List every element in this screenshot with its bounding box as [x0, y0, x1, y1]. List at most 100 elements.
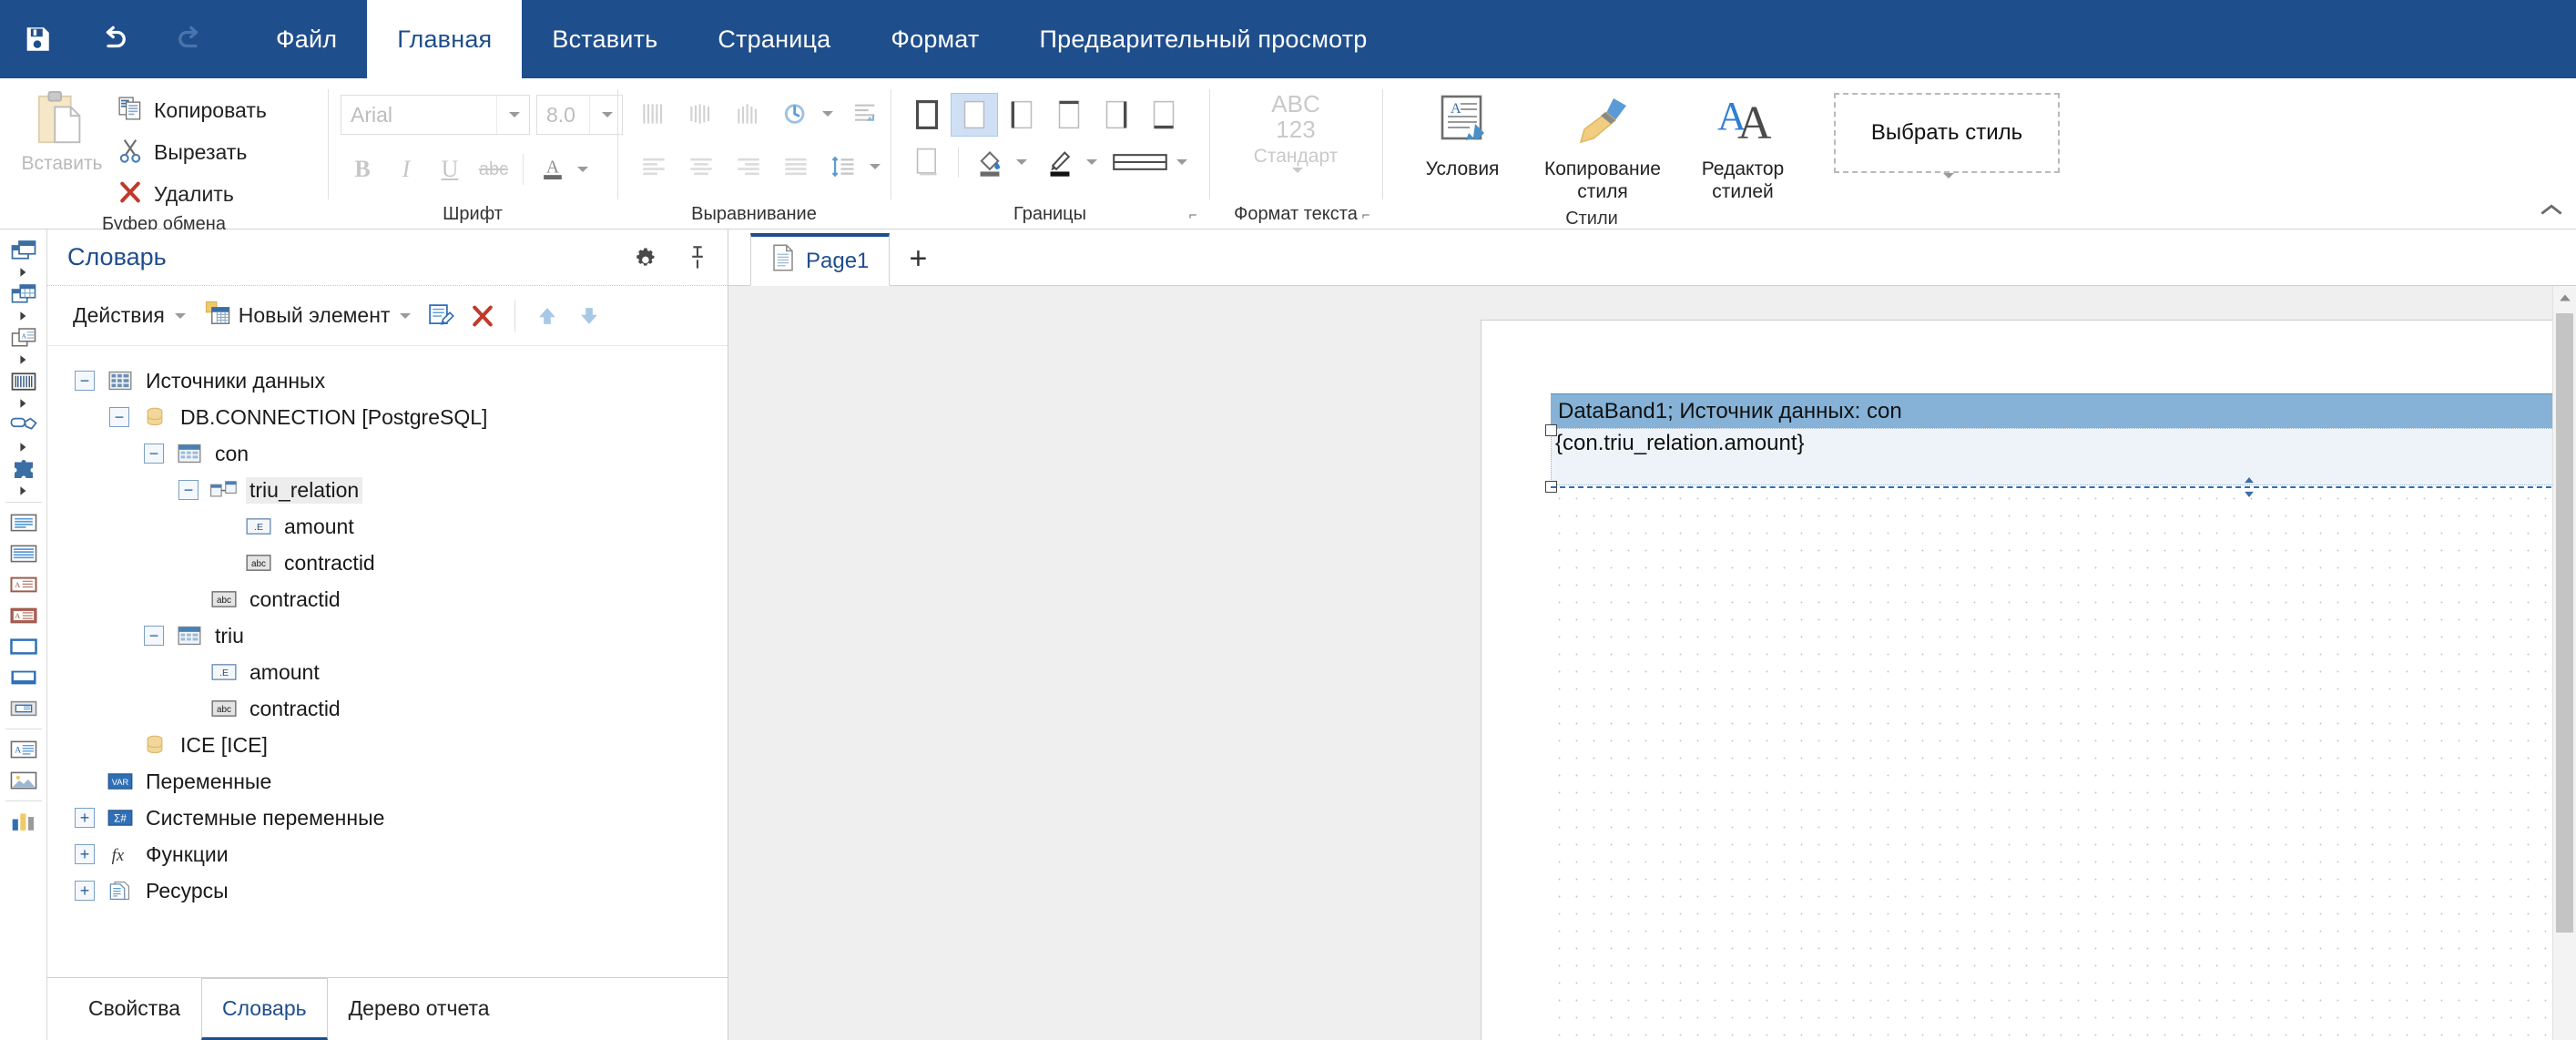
- collapse-minus-icon[interactable]: −: [75, 371, 95, 391]
- expand-plus-icon[interactable]: +: [75, 844, 95, 864]
- tab-report-tree[interactable]: Дерево отчета: [328, 978, 511, 1040]
- strikethrough-button[interactable]: abc: [472, 149, 515, 189]
- expander-icon[interactable]: [4, 484, 44, 497]
- tree-node-con[interactable]: − con: [47, 435, 728, 472]
- tree-node-[interactable]: VAR Переменные: [47, 763, 728, 800]
- ribbon-tab-home[interactable]: Главная: [367, 0, 523, 78]
- text-wrap-icon[interactable]: [842, 93, 890, 135]
- resize-handle-top-left[interactable]: [1545, 424, 1557, 436]
- tree-node-[interactable]: − Источники данных: [47, 362, 728, 399]
- ribbon-tab-format[interactable]: Формат: [860, 0, 1009, 78]
- rail-item-group-band[interactable]: [4, 662, 44, 693]
- vertical-align-top-icon[interactable]: [630, 93, 677, 135]
- rail-item-footer-band[interactable]: A: [4, 600, 44, 631]
- chevron-down-icon[interactable]: [822, 111, 833, 117]
- tree-node-amount[interactable]: .E amount: [47, 508, 728, 545]
- select-style-button[interactable]: Выбрать стиль: [1834, 93, 2060, 173]
- expander-icon[interactable]: [4, 266, 44, 279]
- tree-node-triu[interactable]: − triu: [47, 617, 728, 654]
- paste-button[interactable]: Вставить: [13, 84, 111, 175]
- arrow-down-icon[interactable]: [572, 299, 606, 333]
- redo-icon[interactable]: [166, 12, 215, 66]
- border-bottom-icon[interactable]: [1140, 93, 1187, 137]
- undo-icon[interactable]: [89, 12, 138, 66]
- chevron-down-icon[interactable]: [1942, 173, 1954, 194]
- textformat-dialog-launcher[interactable]: ⌐: [1359, 209, 1373, 223]
- border-style-icon[interactable]: [1106, 140, 1174, 184]
- new-item-button[interactable]: Новый элемент: [199, 296, 417, 335]
- tree-node-contractid[interactable]: abc contractid: [47, 690, 728, 727]
- tree-node-amount[interactable]: .E amount: [47, 654, 728, 690]
- tree-node-contractid[interactable]: abc contractid: [47, 581, 728, 617]
- ribbon-tab-insert[interactable]: Вставить: [522, 0, 687, 78]
- rail-item-image[interactable]: [4, 765, 44, 796]
- rail-item-page-header-band[interactable]: [4, 538, 44, 569]
- chevron-down-icon[interactable]: [1016, 159, 1027, 165]
- underline-button[interactable]: U: [428, 149, 472, 189]
- style-brush-button[interactable]: Копирование стиля: [1535, 89, 1670, 207]
- rail-item-report-title-band[interactable]: [4, 507, 44, 538]
- save-icon[interactable]: [13, 12, 62, 66]
- delete-x-icon[interactable]: [465, 299, 500, 333]
- page-tab-page1[interactable]: Page1: [750, 233, 891, 286]
- line-spacing-icon[interactable]: [820, 146, 867, 188]
- border-all-icon[interactable]: [903, 93, 951, 137]
- actions-menu-button[interactable]: Действия: [67, 300, 191, 331]
- italic-button[interactable]: I: [384, 149, 428, 189]
- rail-item-components[interactable]: A: [4, 322, 44, 366]
- chevron-down-icon[interactable]: [870, 164, 881, 169]
- rail-item-child-band[interactable]: [4, 693, 44, 724]
- ribbon-tab-file[interactable]: Файл: [246, 0, 367, 78]
- report-workspace[interactable]: DataBand1; Источник данных: con {con.tri…: [728, 286, 2576, 1040]
- copy-button[interactable]: Копировать: [111, 93, 272, 128]
- chevron-down-icon[interactable]: [496, 96, 529, 134]
- collapse-minus-icon[interactable]: −: [144, 444, 164, 464]
- tree-node-db-connection-postgresql[interactable]: − DB.CONNECTION [PostgreSQL]: [47, 399, 728, 435]
- style-editor-button[interactable]: A A Редактор стилей: [1675, 89, 1810, 207]
- bold-button[interactable]: B: [341, 149, 384, 189]
- tab-dictionary[interactable]: Словарь: [201, 978, 328, 1040]
- expander-icon[interactable]: [4, 397, 44, 410]
- align-right-icon[interactable]: [725, 146, 772, 188]
- expander-icon[interactable]: [4, 353, 44, 366]
- databand-body[interactable]: {con.triu_relation.amount}: [1551, 428, 2576, 485]
- collapse-minus-icon[interactable]: −: [109, 407, 129, 427]
- chevron-down-icon[interactable]: [400, 312, 412, 319]
- rail-item-shapes[interactable]: [4, 410, 44, 454]
- font-family-combo[interactable]: Arial: [341, 95, 530, 135]
- rail-item-bands[interactable]: [4, 235, 44, 279]
- ribbon-tab-preview[interactable]: Предварительный просмотр: [1010, 0, 1398, 78]
- tree-node-[interactable]: + fx Функции: [47, 836, 728, 872]
- tree-node-[interactable]: + Σ# Системные переменные: [47, 800, 728, 836]
- align-center-icon[interactable]: [677, 146, 725, 188]
- tree-node-contractid[interactable]: abc contractid: [47, 545, 728, 581]
- tree-node-[interactable]: + Ресурсы: [47, 872, 728, 909]
- border-top-icon[interactable]: [1045, 93, 1093, 137]
- chevron-down-icon[interactable]: [577, 167, 588, 172]
- vertical-align-bottom-icon[interactable]: [725, 93, 772, 135]
- vertical-align-center-icon[interactable]: [677, 93, 725, 135]
- collapse-minus-icon[interactable]: −: [178, 480, 199, 500]
- band-selection-line[interactable]: [1551, 486, 2576, 488]
- report-grid[interactable]: [1551, 490, 2576, 1040]
- rail-item-data-band[interactable]: [4, 631, 44, 662]
- vertical-scrollbar-thumb[interactable]: [2556, 313, 2573, 933]
- scroll-up-button[interactable]: [2553, 286, 2576, 310]
- align-left-icon[interactable]: [630, 146, 677, 188]
- report-page[interactable]: DataBand1; Источник данных: con {con.tri…: [1481, 321, 2576, 1040]
- rail-item-chart[interactable]: [4, 806, 44, 837]
- rail-item-crosstab[interactable]: [4, 279, 44, 322]
- rail-item-header-band[interactable]: A: [4, 569, 44, 600]
- expand-plus-icon[interactable]: +: [75, 881, 95, 901]
- rail-item-text[interactable]: A: [4, 734, 44, 765]
- border-color-icon[interactable]: [1036, 140, 1084, 184]
- arrow-up-icon[interactable]: [530, 299, 565, 333]
- chevron-down-icon[interactable]: [1291, 168, 1303, 189]
- cut-button[interactable]: Вырезать: [111, 135, 272, 170]
- chevron-down-icon[interactable]: [1176, 159, 1187, 165]
- borders-dialog-launcher[interactable]: ⌐: [1186, 209, 1200, 223]
- text-rotation-icon[interactable]: [772, 93, 820, 135]
- border-shadow-icon[interactable]: [903, 140, 951, 184]
- tab-properties[interactable]: Свойства: [67, 978, 201, 1040]
- chevron-down-icon[interactable]: [174, 312, 186, 319]
